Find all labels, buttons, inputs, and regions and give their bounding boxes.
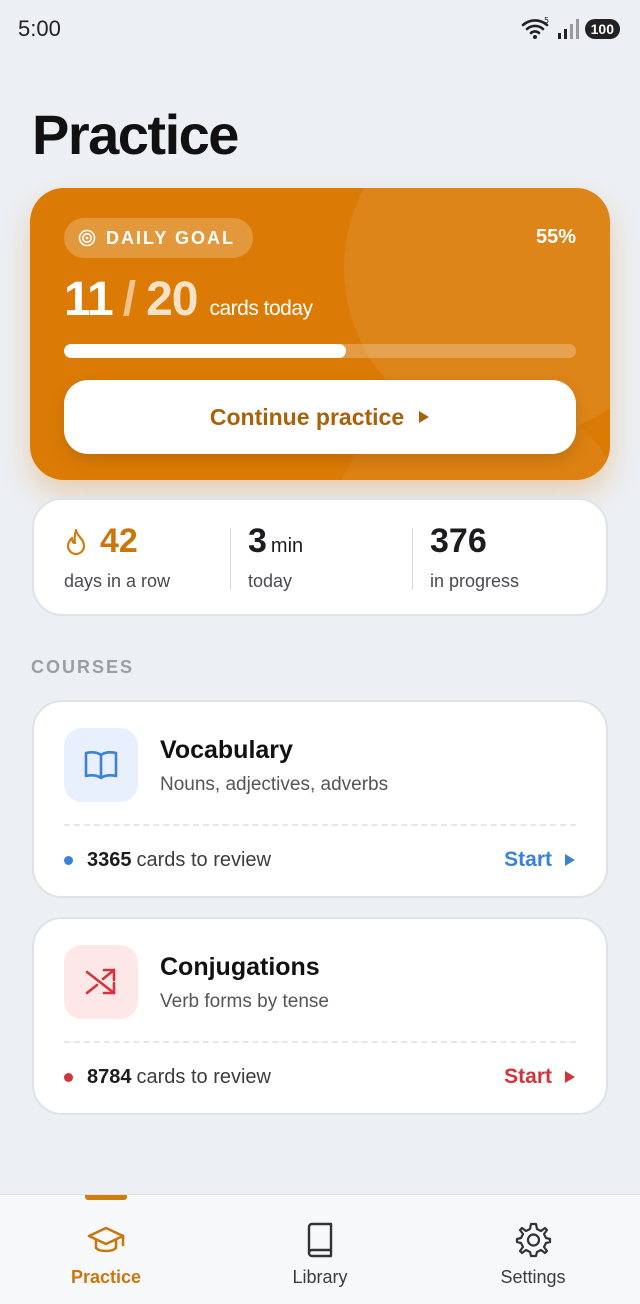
active-tab-indicator (85, 1195, 127, 1200)
streak-label: days in a row (64, 571, 171, 591)
course-footer: 3365 cards to review Start (64, 848, 576, 872)
goal-progress-fill (64, 344, 346, 358)
time-label: today (248, 571, 293, 591)
time-unit: min (270, 535, 304, 557)
graduation-cap-icon (87, 1226, 125, 1253)
review-count: 8784 (87, 1065, 132, 1088)
start-button[interactable]: Start (504, 1065, 576, 1089)
status-time: 5:00 (18, 16, 61, 41)
course-card-conjugations[interactable]: Conjugations Verb forms by tense 8784 ca… (32, 917, 608, 1115)
goal-percent: 55% (535, 226, 576, 248)
flame-icon (66, 528, 86, 555)
course-subtitle: Nouns, adjectives, adverbs (160, 774, 389, 795)
status-dot (64, 855, 73, 865)
course-card-vocabulary[interactable]: Vocabulary Nouns, adjectives, adverbs 33… (32, 700, 608, 898)
goal-progress-bar (64, 344, 576, 358)
tab-library[interactable]: Library (245, 1195, 395, 1304)
tab-practice[interactable]: Practice (31, 1195, 181, 1304)
course-icon-box (64, 728, 138, 802)
course-title: Vocabulary (160, 736, 293, 764)
cards-goal: 20 (146, 273, 198, 326)
play-icon (565, 1071, 575, 1083)
in-progress-stat: 376 in progress (430, 522, 519, 592)
bottom-tab-bar: Practice Library Settings (0, 1194, 640, 1304)
cards-done: 11 (64, 273, 114, 326)
time-value: 3 (248, 522, 267, 560)
daily-goal-label: DAILY GOAL (106, 227, 236, 248)
battery-indicator: 100 (584, 19, 620, 39)
review-count: 3365 (87, 848, 132, 871)
wifi-icon: 5 (521, 16, 549, 39)
status-dot (64, 1072, 73, 1082)
stats-card: 42 days in a row 3 min today 376 in prog… (32, 498, 608, 616)
goal-separator: / (122, 273, 137, 326)
tab-label: Library (292, 1267, 348, 1287)
goal-unit: cards today (209, 297, 313, 320)
start-label: Start (504, 1065, 552, 1088)
continue-practice-button[interactable]: Continue practice (64, 380, 576, 454)
course-divider (64, 824, 576, 826)
course-divider (64, 1041, 576, 1043)
daily-goal-card: DAILY GOAL 55% 11 / 20 cards today Conti… (30, 188, 610, 480)
page-title: Practice (32, 103, 239, 166)
stat-divider (412, 528, 413, 590)
streak-value: 42 (100, 522, 138, 560)
streak-stat: 42 days in a row (64, 522, 170, 592)
time-stat: 3 min today (248, 522, 303, 592)
gear-icon (515, 1222, 552, 1258)
status-bar: 5:00 5 100 (0, 0, 640, 60)
book-icon (84, 751, 118, 780)
courses-section-label: COURSES (31, 657, 135, 677)
goal-count: 11 / 20 cards today (64, 272, 313, 327)
review-text: cards to review (136, 1065, 272, 1088)
target-icon (78, 229, 96, 247)
start-button[interactable]: Start (504, 848, 576, 872)
course-icon-box (64, 945, 138, 1019)
tab-label: Settings (500, 1267, 566, 1287)
play-icon (419, 411, 430, 423)
tab-label: Practice (70, 1267, 142, 1287)
continue-practice-label: Continue practice (209, 403, 405, 430)
daily-goal-badge: DAILY GOAL (64, 218, 254, 258)
shuffle-icon (85, 968, 116, 995)
stat-divider (230, 528, 231, 590)
tab-settings[interactable]: Settings (458, 1195, 608, 1304)
in-progress-label: in progress (430, 571, 520, 591)
in-progress-value: 376 (430, 522, 487, 560)
svg-text:5: 5 (544, 16, 549, 25)
play-icon (565, 854, 575, 866)
course-subtitle: Verb forms by tense (160, 991, 329, 1012)
course-footer: 8784 cards to review Start (64, 1065, 576, 1089)
book-icon (307, 1222, 333, 1258)
course-title: Conjugations (160, 953, 320, 981)
review-text: cards to review (136, 848, 272, 871)
status-icons: 5 100 (521, 16, 620, 42)
start-label: Start (504, 848, 552, 871)
signal-icon (557, 19, 579, 39)
